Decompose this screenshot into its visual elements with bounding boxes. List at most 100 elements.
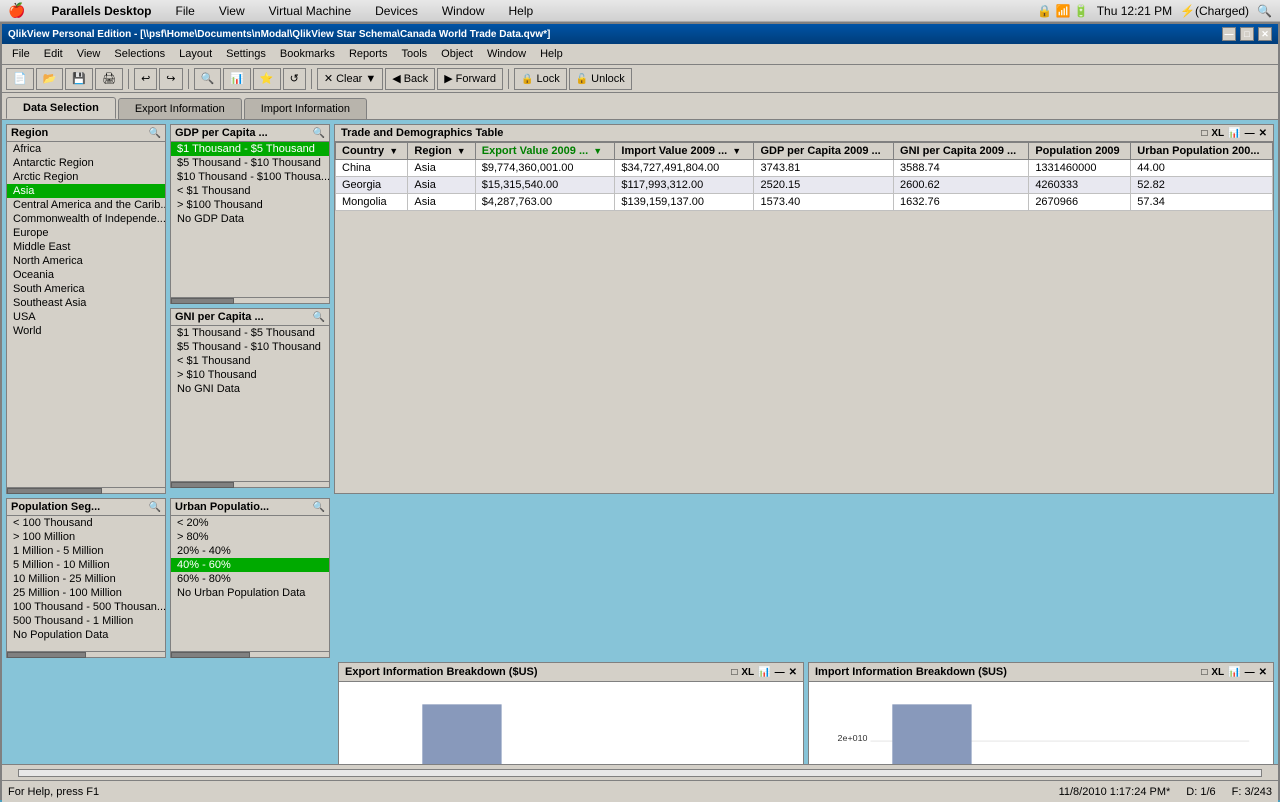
search-mac-icon[interactable]: 🔍 (1257, 4, 1272, 18)
export-min-icon[interactable]: — (775, 667, 785, 678)
export-bar-china[interactable] (422, 704, 501, 764)
region-item[interactable]: Central America and the Carib... (7, 198, 165, 212)
col-import[interactable]: Import Value 2009 ... ▼ (615, 143, 754, 160)
menu-bookmarks[interactable]: Bookmarks (274, 46, 341, 62)
import-bar-china[interactable] (892, 704, 971, 764)
menu-view[interactable]: View (71, 46, 107, 62)
gni-item[interactable]: $5 Thousand - $10 Thousand (171, 340, 329, 354)
export-close-icon[interactable]: ✕ (789, 667, 797, 678)
table-expand-icon[interactable]: XL (1211, 128, 1224, 139)
maximize-button[interactable]: □ (1240, 27, 1254, 41)
col-gni[interactable]: GNI per Capita 2009 ... (894, 143, 1029, 160)
gdp-item[interactable]: > $100 Thousand (171, 198, 329, 212)
menu-edit[interactable]: Edit (38, 46, 69, 62)
menu-tools[interactable]: Tools (395, 46, 433, 62)
menu-object[interactable]: Object (435, 46, 479, 62)
gni-listbox-body[interactable]: $1 Thousand - $5 Thousand$5 Thousand - $… (171, 326, 329, 481)
region-item[interactable]: Asia (7, 184, 165, 198)
population-item[interactable]: 100 Thousand - 500 Thousan... (7, 600, 165, 614)
gni-item[interactable]: $1 Thousand - $5 Thousand (171, 326, 329, 340)
trade-table-scroll[interactable]: Country ▼ Region ▼ Export Value 2009 ...… (335, 142, 1273, 493)
mac-menu-parallels[interactable]: Parallels Desktop (45, 2, 157, 20)
toolbar-save[interactable]: 💾 (65, 68, 93, 90)
population-listbox-body[interactable]: < 100 Thousand> 100 Million1 Million - 5… (7, 516, 165, 651)
mac-menu-file[interactable]: File (170, 2, 201, 20)
gdp-search-icon[interactable]: 🔍 (313, 128, 325, 139)
clear-button[interactable]: ✕ Clear ▼ (317, 68, 383, 90)
menu-reports[interactable]: Reports (343, 46, 394, 62)
population-search-icon[interactable]: 🔍 (149, 502, 161, 513)
forward-button[interactable]: ▶ Forward (437, 68, 503, 90)
import-chart-icon[interactable]: 📊 (1228, 667, 1240, 678)
region-item[interactable]: World (7, 324, 165, 338)
toolbar-find[interactable]: 🔍 (194, 68, 222, 90)
export-doc-icon[interactable]: □ (731, 667, 737, 678)
gdp-item[interactable]: $5 Thousand - $10 Thousand (171, 156, 329, 170)
population-item[interactable]: < 100 Thousand (7, 516, 165, 530)
urban-item[interactable]: 40% - 60% (171, 558, 329, 572)
mac-menu-window[interactable]: Window (436, 2, 491, 20)
urban-listbox-body[interactable]: < 20%> 80%20% - 40%40% - 60%60% - 80%No … (171, 516, 329, 651)
scrollbar-track[interactable] (18, 769, 1262, 777)
gdp-scrollbar[interactable] (171, 297, 329, 303)
region-item[interactable]: Antarctic Region (7, 156, 165, 170)
col-urban[interactable]: Urban Population 200... (1131, 143, 1273, 160)
population-item[interactable]: 10 Million - 25 Million (7, 572, 165, 586)
region-scrollbar[interactable] (7, 487, 165, 493)
table-close-icon[interactable]: ✕ (1259, 128, 1267, 139)
region-item[interactable]: Arctic Region (7, 170, 165, 184)
population-item[interactable]: 5 Million - 10 Million (7, 558, 165, 572)
population-item[interactable]: 500 Thousand - 1 Million (7, 614, 165, 628)
col-gdp[interactable]: GDP per Capita 2009 ... (754, 143, 894, 160)
tab-export-information[interactable]: Export Information (118, 98, 242, 119)
table-chart-icon[interactable]: 📊 (1228, 128, 1240, 139)
urban-item[interactable]: 60% - 80% (171, 572, 329, 586)
region-item[interactable]: USA (7, 310, 165, 324)
unlock-button[interactable]: Unlock (569, 68, 632, 90)
region-item[interactable]: South America (7, 282, 165, 296)
table-row[interactable]: GeorgiaAsia$15,315,540.00$117,993,312.00… (336, 177, 1273, 194)
menu-help[interactable]: Help (534, 46, 569, 62)
region-item[interactable]: Middle East (7, 240, 165, 254)
mac-menu-devices[interactable]: Devices (369, 2, 424, 20)
table-min-icon[interactable]: — (1245, 128, 1255, 139)
apple-icon[interactable]: 🍎 (8, 2, 25, 19)
region-item[interactable]: Commonwealth of Independe... (7, 212, 165, 226)
toolbar-refresh[interactable]: ↺ (283, 68, 306, 90)
menu-file[interactable]: File (6, 46, 36, 62)
mac-menu-help[interactable]: Help (503, 2, 540, 20)
urban-scrollbar[interactable] (171, 651, 329, 657)
horizontal-scrollbar[interactable] (2, 764, 1278, 780)
toolbar-undo[interactable]: ↩ (134, 68, 157, 90)
urban-search-icon[interactable]: 🔍 (313, 502, 325, 513)
region-listbox-body[interactable]: AfricaAntarctic RegionArctic RegionAsiaC… (7, 142, 165, 487)
urban-item[interactable]: 20% - 40% (171, 544, 329, 558)
gni-scrollbar[interactable] (171, 481, 329, 487)
close-button[interactable]: ✕ (1258, 27, 1272, 41)
gni-item[interactable]: > $10 Thousand (171, 368, 329, 382)
toolbar-print[interactable]: 🖨 (95, 68, 123, 90)
menu-window[interactable]: Window (481, 46, 532, 62)
toolbar-bookmark[interactable]: ⭐ (253, 68, 281, 90)
gdp-item[interactable]: $10 Thousand - $100 Thousa... (171, 170, 329, 184)
population-scrollbar[interactable] (7, 651, 165, 657)
table-row[interactable]: MongoliaAsia$4,287,763.00$139,159,137.00… (336, 194, 1273, 211)
table-doc-icon[interactable]: □ (1201, 128, 1207, 139)
urban-item[interactable]: > 80% (171, 530, 329, 544)
gdp-item[interactable]: $1 Thousand - $5 Thousand (171, 142, 329, 156)
tab-import-information[interactable]: Import Information (244, 98, 367, 119)
region-item[interactable]: Europe (7, 226, 165, 240)
population-item[interactable]: No Population Data (7, 628, 165, 642)
import-doc-icon[interactable]: □ (1201, 667, 1207, 678)
region-item[interactable]: Oceania (7, 268, 165, 282)
col-export[interactable]: Export Value 2009 ... ▼ (475, 143, 615, 160)
export-chart-icon[interactable]: 📊 (758, 667, 770, 678)
population-item[interactable]: > 100 Million (7, 530, 165, 544)
menu-layout[interactable]: Layout (173, 46, 218, 62)
gni-item[interactable]: No GNI Data (171, 382, 329, 396)
region-item[interactable]: Southeast Asia (7, 296, 165, 310)
back-button[interactable]: ◀ Back (385, 68, 435, 90)
tab-data-selection[interactable]: Data Selection (6, 97, 116, 119)
gni-search-icon[interactable]: 🔍 (313, 312, 325, 323)
region-item[interactable]: Africa (7, 142, 165, 156)
